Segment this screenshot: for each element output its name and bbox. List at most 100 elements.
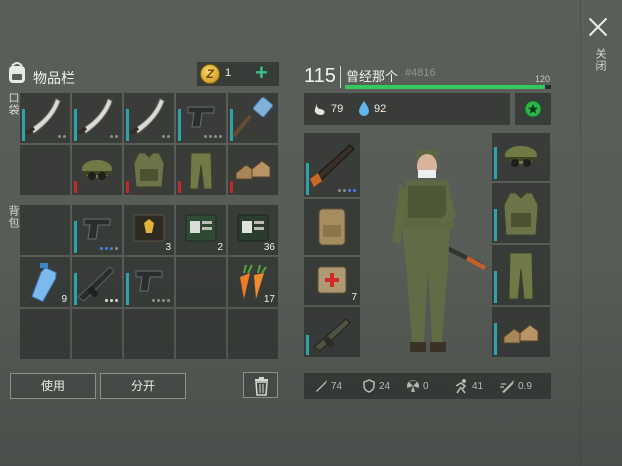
camo-pants-icon [508,252,534,300]
feet-slot[interactable] [492,307,550,357]
player-id: #4816 [405,67,436,79]
backpack-slot[interactable]: 17 [228,257,278,307]
panel-divider [580,0,581,466]
mod-dots [100,247,118,250]
backpack-slot[interactable] [72,257,122,307]
inventory-slot[interactable] [20,145,70,195]
camo-vest-icon [503,192,539,236]
split-button[interactable]: 分开 [100,373,186,399]
pocket-slot[interactable] [176,93,226,143]
running-icon [455,379,467,394]
level-divider [340,66,341,88]
pocket-slot[interactable] [72,93,122,143]
boots-icon [503,324,539,344]
coin-count: 1 [225,67,232,79]
player-name: 曾经那个 [346,69,399,84]
backpack-slot[interactable] [176,257,226,307]
grenade-launcher-icon [313,318,351,352]
trash-icon [255,377,268,396]
utility-slot[interactable]: 7 [304,257,360,305]
use-button[interactable]: 使用 [10,373,96,399]
close-icon[interactable] [587,16,609,38]
backpack-equip-slot[interactable] [304,199,360,255]
pocket-slot[interactable] [124,93,174,143]
mod-dots [110,135,118,138]
star-badge-icon [524,100,542,118]
mod-dots [58,135,66,138]
legs-slot[interactable] [492,245,550,305]
backpack-slot[interactable] [72,309,122,359]
hunger-value: 79 [331,103,344,115]
stats-bar: 74 24 0 41 0.9 [304,373,551,399]
backpack-slot[interactable] [124,309,174,359]
inventory-slot[interactable] [228,145,278,195]
backpack-slot[interactable] [176,309,226,359]
camo-vest-icon [133,152,165,188]
weapon-slot-primary[interactable] [304,133,360,197]
speed-value: 41 [472,381,484,392]
inventory-slot[interactable] [124,145,174,195]
xp-value: 120 [535,74,551,84]
backpack-slot[interactable]: 9 [20,257,70,307]
shield-icon [363,379,375,393]
sledgehammer-icon [232,96,274,138]
attack-icon [316,380,327,392]
item-count: 36 [263,242,275,253]
mod-dots [338,189,356,192]
trash-button[interactable] [243,372,278,398]
backpack-slot[interactable]: 2 [176,205,226,255]
item-count: 9 [61,294,67,305]
backpack-slot[interactable] [20,205,70,255]
water-drop-icon [359,101,369,116]
character-model [392,150,486,352]
coin-counter: Z 1 + [197,60,279,86]
add-coins-button[interactable]: + [255,60,268,86]
mod-dots [204,135,222,138]
close-label[interactable]: 关闭 [592,48,608,72]
mod-dots [162,135,170,138]
attack-speed-value: 0.9 [518,381,532,392]
item-count: 3 [165,242,171,253]
radiation-value: 0 [423,381,429,392]
mod-dots [105,299,118,302]
item-count: 17 [263,294,275,305]
secondary-weapon-slot[interactable] [304,307,360,357]
backpack-slot[interactable]: 3 [124,205,174,255]
backpack-slot[interactable]: 36 [228,205,278,255]
coin-icon: Z [200,64,220,84]
inventory-title: 物品栏 [33,70,75,86]
camo-cap-icon [505,146,537,167]
stomach-icon [314,103,325,115]
radiation-icon [407,380,419,392]
backpack-slot[interactable] [124,257,174,307]
needs-panel: 79 92 [304,93,510,125]
xp-bar-fill [345,85,545,89]
backpack-label: 背包 [7,205,19,229]
head-slot[interactable] [492,133,550,181]
backpack-icon [6,60,28,84]
thirst-value: 92 [374,103,387,115]
camo-cap-icon [82,160,112,180]
body-slot[interactable] [492,183,550,243]
pocket-slot[interactable] [228,93,278,143]
inventory-slot[interactable] [176,145,226,195]
boots-icon [235,160,271,180]
buffs-button[interactable] [515,93,551,125]
pocket-slot[interactable] [20,93,70,143]
shotgun-icon [310,144,355,187]
player-level: 115 [304,65,336,87]
backpack-slot[interactable] [72,205,122,255]
mod-dots [152,299,170,302]
defense-value: 24 [379,381,391,392]
inventory-slot[interactable] [72,145,122,195]
camo-pants-icon [189,152,213,190]
attack-speed-icon [500,380,514,393]
attack-value: 74 [331,381,343,392]
xp-bar [345,85,551,89]
pocket-label: 口袋 [7,92,19,116]
item-count: 7 [351,292,357,303]
backpack-slot[interactable] [20,309,70,359]
item-count: 2 [217,242,223,253]
tactical-backpack-icon [318,208,346,246]
backpack-slot[interactable] [228,309,278,359]
